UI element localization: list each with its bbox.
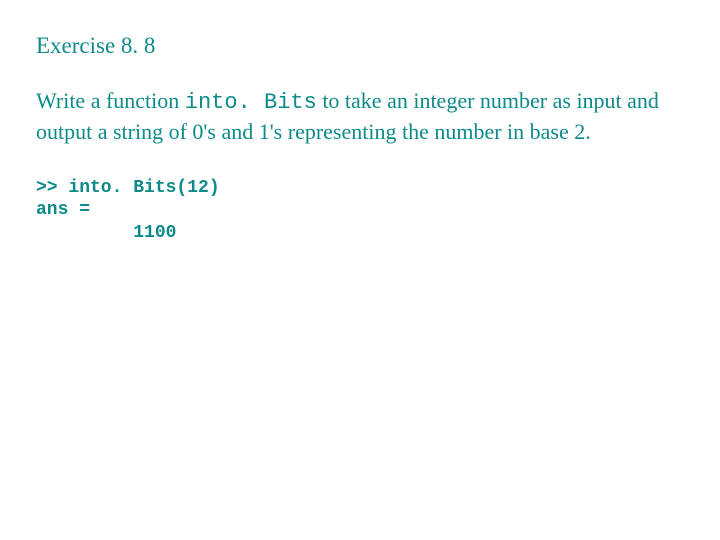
code-example: >> into. Bits(12) ans = 1100 [36,177,680,245]
slide: Exercise 8. 8 Write a function into. Bit… [0,0,720,540]
exercise-description: Write a function into. Bits to take an i… [36,86,680,147]
desc-part1: Write a function [36,88,185,113]
desc-code-inline: into. Bits [185,90,317,115]
exercise-title: Exercise 8. 8 [36,32,680,60]
